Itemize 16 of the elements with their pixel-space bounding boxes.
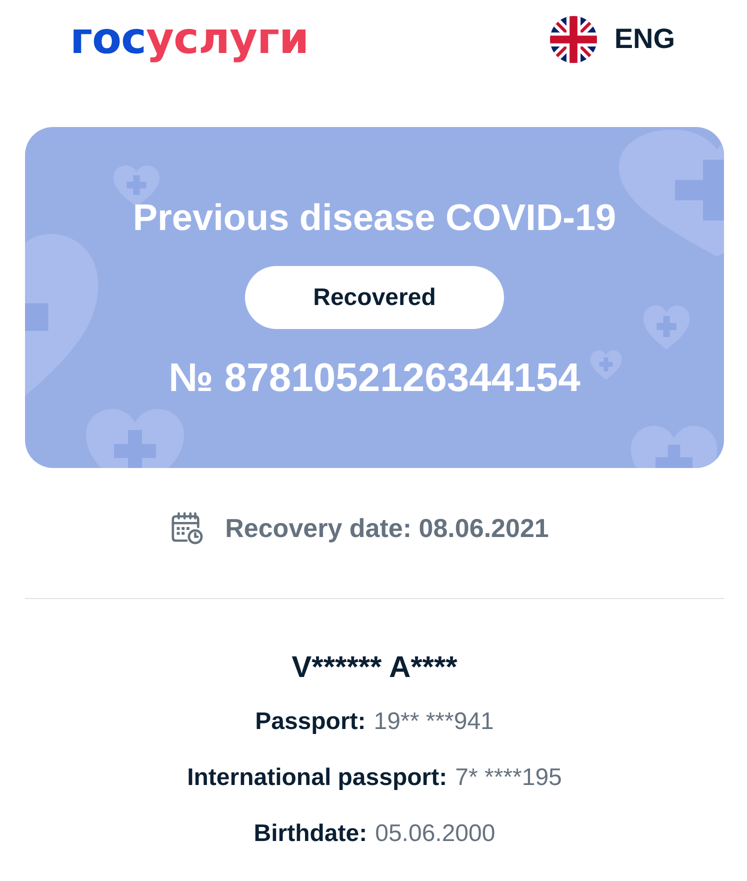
certificate-number: № 8781052126344154: [168, 355, 580, 402]
field-value: 19** ***941: [374, 707, 494, 737]
logo-wordmark: госуслуги: [70, 13, 309, 65]
recovery-date: Recovery date: 08.06.2021: [225, 512, 549, 545]
field-label: Passport:: [255, 707, 366, 737]
status-badge: Recovered: [245, 266, 504, 329]
person-name: V****** A****: [292, 650, 458, 686]
calendar-clock-icon: [170, 511, 204, 545]
certificate-title: Previous disease COVID-19: [132, 196, 616, 240]
field-label: Birthdate:: [254, 819, 368, 849]
field-value: 05.06.2000: [375, 819, 496, 849]
language-button[interactable]: ENG: [550, 16, 675, 62]
heart-plus-icon: [590, 350, 622, 380]
field-value: 7* ****195: [455, 763, 562, 793]
field-label: International passport:: [187, 763, 448, 793]
heart-plus-icon: [643, 305, 690, 350]
